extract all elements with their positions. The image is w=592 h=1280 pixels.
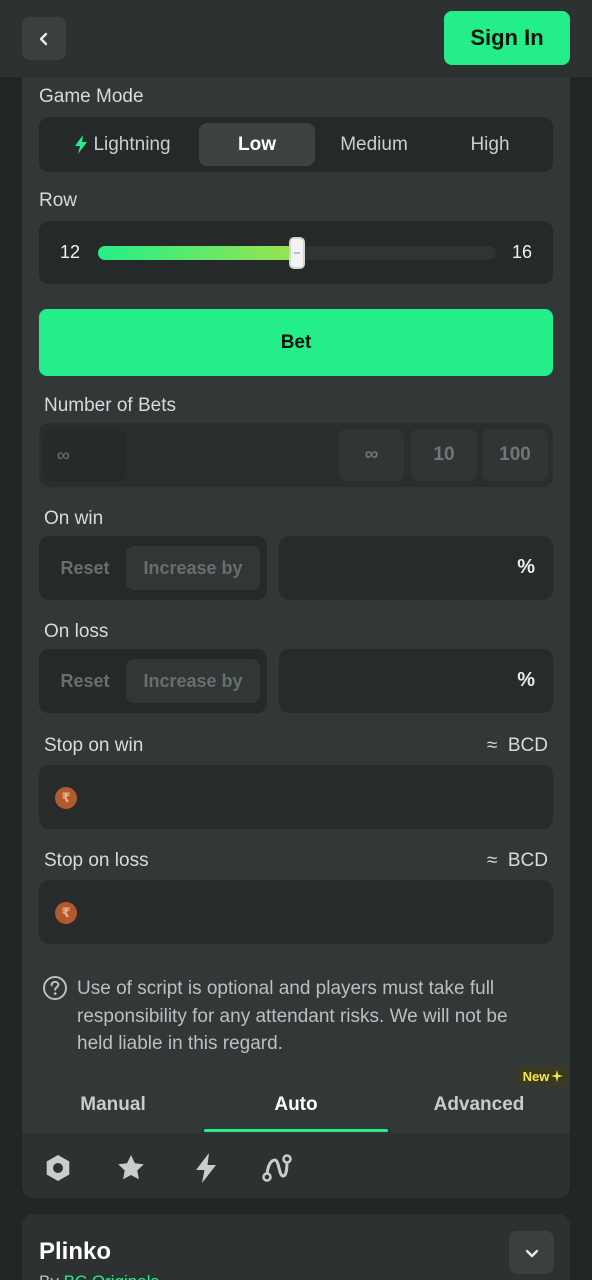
on-loss-percent-unit: % (517, 669, 535, 691)
auto-bet-form: Game Mode Lightning Low Medium High Row … (22, 77, 570, 1133)
game-mode-low[interactable]: Low (199, 123, 315, 166)
tab-advanced[interactable]: Advanced (388, 1087, 570, 1123)
stop-on-win-currency: ≈ BCD (486, 735, 548, 756)
on-win-reset[interactable]: Reset (45, 546, 125, 590)
number-of-bets-label: Number of Bets (44, 395, 176, 416)
stop-on-win-input[interactable]: ₹ (39, 765, 553, 829)
on-win-label: On win (44, 508, 104, 529)
game-mode-lightning-label: Lightning (93, 133, 171, 155)
on-win-percent-unit: % (517, 556, 535, 578)
number-of-bets-input[interactable]: ∞ (43, 429, 127, 481)
sign-in-button[interactable]: Sign In (444, 11, 570, 65)
game-mode-selector: Lightning Low Medium High (39, 117, 553, 172)
on-loss-reset[interactable]: Reset (45, 659, 125, 703)
game-mode-medium[interactable]: Medium (316, 123, 432, 166)
on-win-toggle: Reset Increase by (39, 536, 267, 600)
on-loss-label: On loss (44, 621, 109, 642)
script-disclaimer: Use of script is optional and players mu… (77, 978, 508, 1054)
star-icon[interactable] (115, 1152, 147, 1184)
game-mode-label: Game Mode (39, 86, 144, 107)
lightning-icon (75, 135, 88, 154)
game-mode-high[interactable]: High (432, 123, 548, 166)
on-win-increase-by[interactable]: Increase by (126, 546, 260, 590)
provider-link[interactable]: BC Originals (64, 1272, 159, 1280)
bet-panel: Game Mode Lightning Low Medium High Row … (22, 77, 570, 1198)
new-badge-label: New (522, 1068, 550, 1084)
bets-preset-infinite[interactable]: ∞ (339, 429, 404, 481)
on-loss-toggle: Reset Increase by (39, 649, 267, 713)
active-tab-indicator (204, 1129, 388, 1132)
game-title: Plinko (39, 1238, 112, 1265)
row-slider-fill (98, 246, 297, 260)
row-slider-handle[interactable] (289, 237, 305, 269)
row-slider-track[interactable] (98, 237, 496, 269)
rupee-coin-icon: ₹ (55, 787, 77, 809)
bets-preset-100[interactable]: 100 (482, 429, 548, 481)
tab-auto[interactable]: Auto (205, 1087, 387, 1123)
row-label: Row (39, 190, 78, 211)
row-slider: 12 16 (39, 221, 553, 284)
help-circle-icon[interactable] (42, 975, 68, 1001)
top-bar: Sign In (0, 0, 592, 77)
provider-prefix: By (39, 1272, 59, 1280)
bets-preset-10[interactable]: 10 (411, 429, 477, 481)
row-min-label: 12 (60, 242, 81, 262)
chevron-down-icon (525, 1249, 538, 1257)
game-info-card: Plinko By BC Originals (22, 1214, 570, 1280)
back-button[interactable] (22, 17, 66, 60)
row-max-label: 16 (512, 242, 533, 262)
lightning-icon[interactable] (190, 1151, 222, 1185)
number-of-bets-field: ∞ ∞ 10 100 (39, 423, 553, 487)
stop-on-win-label: Stop on win (44, 735, 144, 756)
expand-button[interactable] (509, 1231, 554, 1274)
bet-button[interactable]: Bet (39, 309, 553, 376)
chevron-left-icon (39, 32, 48, 45)
stop-on-loss-label: Stop on loss (44, 850, 149, 871)
route-icon[interactable] (260, 1152, 294, 1184)
new-badge: New (516, 1066, 570, 1086)
game-mode-lightning[interactable]: Lightning (45, 123, 200, 166)
game-provider: By BC Originals (39, 1272, 159, 1280)
on-loss-increase-by[interactable]: Increase by (126, 659, 260, 703)
sparkle-icon (551, 1070, 564, 1082)
on-loss-percent-input[interactable]: % (279, 649, 553, 713)
hexagon-icon[interactable] (42, 1152, 74, 1184)
rupee-coin-icon: ₹ (55, 902, 77, 924)
stop-on-loss-input[interactable]: ₹ (39, 880, 553, 944)
stop-on-loss-currency: ≈ BCD (486, 850, 548, 871)
on-win-percent-input[interactable]: % (279, 536, 553, 600)
tab-manual[interactable]: Manual (22, 1087, 204, 1123)
